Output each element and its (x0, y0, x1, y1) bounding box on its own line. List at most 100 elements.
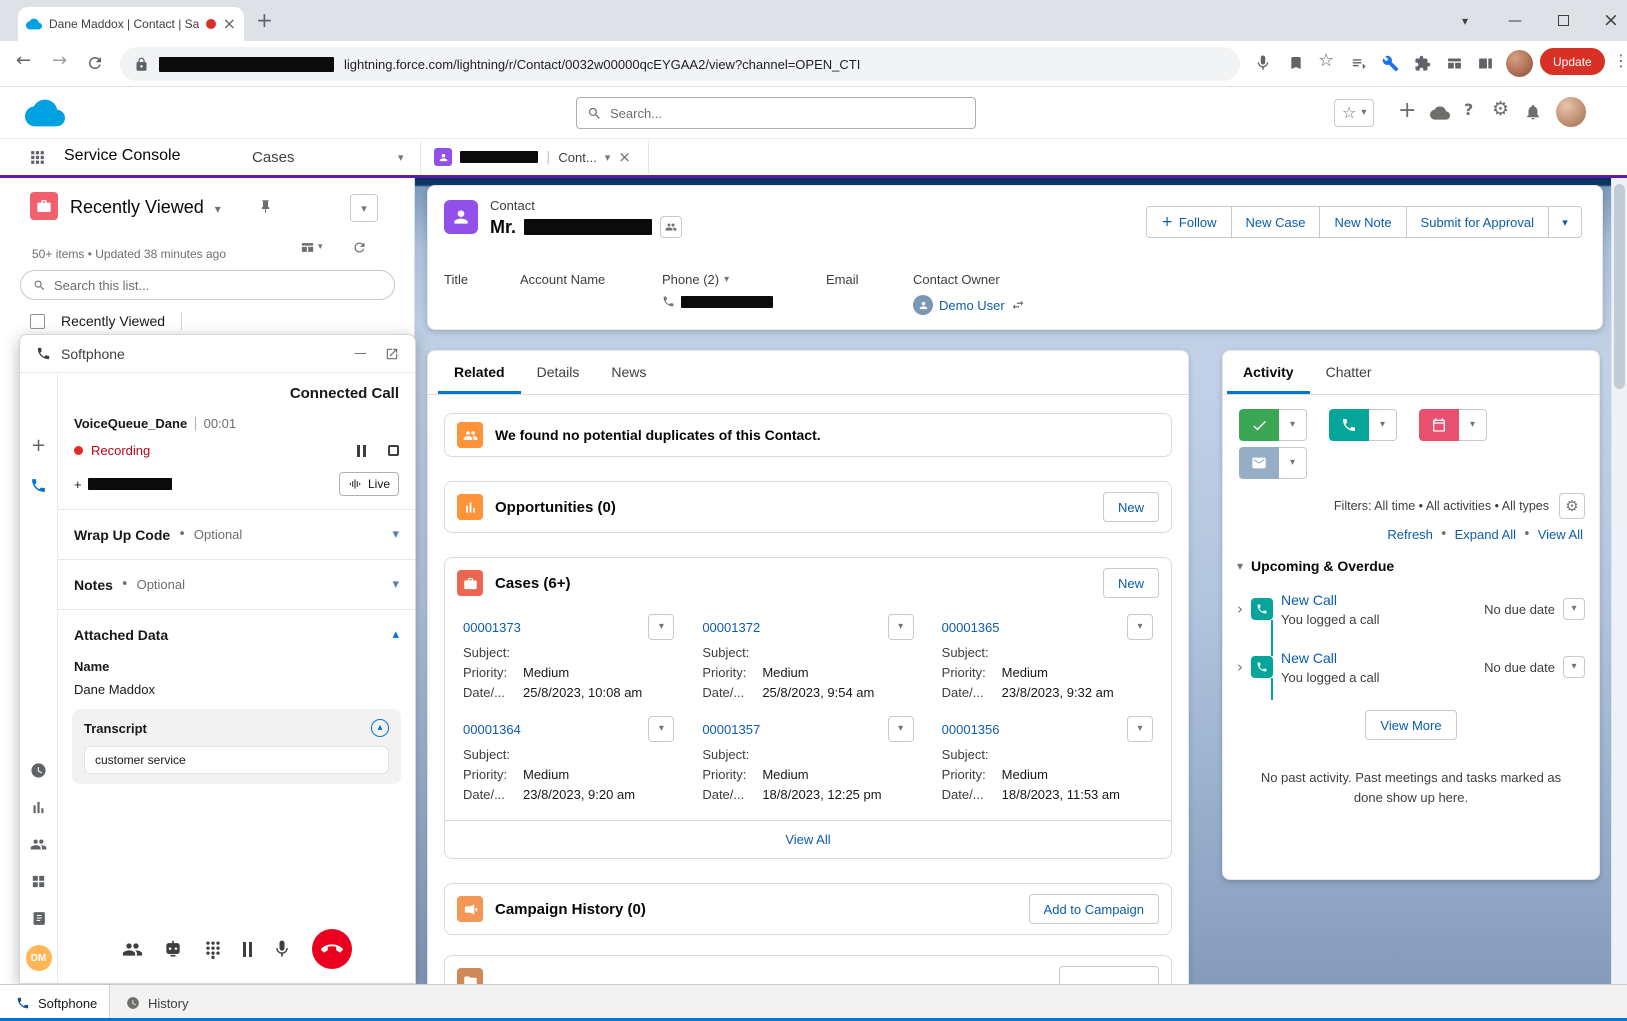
rail-analytics-icon[interactable] (30, 799, 47, 816)
case-row-dropdown[interactable]: ▾ (1127, 614, 1153, 640)
tab-details[interactable]: Details (521, 351, 596, 394)
minimize-softphone-icon[interactable]: — (354, 347, 367, 360)
global-search[interactable] (576, 97, 976, 129)
transcript-line[interactable]: customer service (84, 746, 389, 774)
activity-settings-gear-icon[interactable]: ⚙ (1559, 493, 1585, 519)
window-close-button[interactable]: × (1591, 0, 1627, 41)
case-row-dropdown[interactable]: ▾ (648, 716, 674, 742)
collapse-attached-data-chevron-icon[interactable]: ▴ (392, 628, 399, 641)
chrome-update-button[interactable]: Update (1540, 48, 1605, 75)
utility-softphone-tab[interactable]: Softphone (0, 985, 110, 1021)
activity-item-dropdown[interactable]: ▾ (1563, 656, 1585, 678)
case-number-link[interactable]: 00001373 (463, 620, 521, 635)
case-number-link[interactable]: 00001356 (942, 722, 1000, 737)
case-number-link[interactable]: 00001357 (702, 722, 760, 737)
display-as-table-icon[interactable]: ▾ (300, 240, 323, 255)
log-call-icon[interactable] (1329, 409, 1369, 441)
popout-softphone-icon[interactable] (385, 347, 399, 361)
notifications-bell-icon[interactable] (1524, 103, 1542, 121)
case-row-dropdown[interactable]: ▾ (888, 716, 914, 742)
add-participant-icon[interactable] (122, 939, 143, 960)
collapse-transcript-chevron-icon[interactable]: ▴ (371, 719, 389, 737)
app-launcher-waffle-icon[interactable] (28, 148, 47, 167)
task-dropdown[interactable]: ▾ (1279, 409, 1307, 441)
new-event-icon[interactable] (1419, 409, 1459, 441)
upcoming-overdue-header[interactable]: ▾ Upcoming & Overdue (1223, 558, 1599, 574)
email-icon[interactable] (1239, 447, 1279, 479)
window-maximize-button[interactable] (1543, 0, 1583, 41)
new-tab-button[interactable]: + (256, 10, 273, 30)
attached-data-row[interactable]: Attached Data ▴ (58, 610, 415, 659)
forward-button[interactable]: → (52, 52, 67, 70)
mic-search-icon[interactable] (1254, 54, 1272, 72)
refresh-link[interactable]: Refresh (1387, 527, 1433, 542)
new-opportunity-button[interactable]: New (1103, 492, 1159, 522)
hold-icon[interactable] (243, 942, 252, 957)
cases-view-all-link[interactable]: View All (785, 832, 830, 847)
expand-item-chevron-icon[interactable]: › (1237, 660, 1243, 675)
wrench-extension-icon[interactable] (1382, 55, 1399, 72)
extensions-puzzle-icon[interactable] (1414, 55, 1431, 72)
rail-phone-icon[interactable] (30, 477, 47, 494)
browser-profile-avatar[interactable] (1506, 50, 1533, 77)
select-all-checkbox[interactable] (30, 314, 45, 329)
tab-activity[interactable]: Activity (1227, 351, 1310, 394)
bookmark-star-icon[interactable]: ☆ (1318, 52, 1334, 70)
window-minimize-button[interactable]: — (1495, 0, 1535, 41)
change-owner-icon[interactable] (1011, 298, 1025, 312)
activity-view-all-link[interactable]: View All (1538, 527, 1583, 542)
case-row-dropdown[interactable]: ▾ (1127, 716, 1153, 742)
case-number-link[interactable]: 00001364 (463, 722, 521, 737)
expand-notes-chevron-icon[interactable]: ▾ (392, 578, 399, 591)
owner-link[interactable]: Demo User (939, 298, 1005, 313)
submit-for-approval-button[interactable]: Submit for Approval (1406, 206, 1549, 238)
activity-item-link[interactable]: New Call (1281, 650, 1380, 666)
case-row-dropdown[interactable]: ▾ (648, 614, 674, 640)
tab-news[interactable]: News (595, 351, 662, 394)
activity-item-link[interactable]: New Call (1281, 592, 1380, 608)
phone-chevron-icon[interactable]: ▾ (724, 275, 729, 285)
back-button[interactable]: ← (16, 52, 31, 70)
notes-row[interactable]: Notes • Optional ▾ (58, 560, 415, 609)
new-task-icon[interactable] (1239, 409, 1279, 441)
rail-notes-icon[interactable] (30, 910, 47, 927)
list-view-title[interactable]: Recently Viewed ▾ (70, 197, 221, 218)
workspace-tab-chevron-icon[interactable]: ▾ (605, 152, 611, 163)
cases-title[interactable]: Cases (6+) (495, 575, 570, 592)
setup-gear-icon[interactable]: ⚙ (1492, 100, 1509, 119)
list-search[interactable] (20, 270, 395, 300)
wrap-up-code-row[interactable]: Wrap Up Code • Optional ▾ (58, 510, 415, 559)
mute-mic-icon[interactable] (272, 939, 292, 959)
pin-list-icon[interactable] (258, 199, 273, 214)
tab-search-chevron-icon[interactable]: ▾ (1445, 0, 1485, 41)
scrollbar-thumb[interactable] (1614, 184, 1625, 389)
favorites-button[interactable]: ☆ ▾ (1334, 99, 1374, 127)
bookmark-share-icon[interactable] (1288, 55, 1304, 71)
tab-related[interactable]: Related (438, 351, 521, 394)
tab-chatter[interactable]: Chatter (1310, 351, 1388, 394)
campaign-history-title[interactable]: Campaign History (0) (495, 901, 646, 918)
tab-close-icon[interactable]: × (223, 16, 236, 32)
workspace-tab-contact[interactable]: | Cont... ▾ × (424, 139, 641, 175)
split-view-icon[interactable] (1477, 55, 1494, 72)
new-case-button[interactable]: New (1103, 568, 1159, 598)
utility-history-tab[interactable]: History (110, 985, 204, 1021)
rail-history-icon[interactable] (30, 762, 47, 779)
expand-all-link[interactable]: Expand All (1455, 527, 1516, 542)
global-search-input[interactable] (610, 106, 965, 121)
help-icon[interactable]: ? (1464, 102, 1473, 118)
reload-button[interactable] (86, 54, 104, 72)
new-case-button[interactable]: New Case (1231, 206, 1321, 238)
add-to-campaign-button[interactable]: Add to Campaign (1029, 894, 1159, 924)
rail-contacts-icon[interactable] (30, 836, 47, 853)
call-dropdown[interactable]: ▾ (1369, 409, 1397, 441)
nav-item-chevron-icon[interactable]: ▾ (398, 152, 404, 163)
user-avatar[interactable] (1556, 97, 1586, 127)
more-actions-dropdown[interactable]: ▾ (1548, 206, 1582, 238)
new-note-button[interactable]: New Note (1319, 206, 1406, 238)
list-actions-dropdown[interactable]: ▾ (350, 194, 378, 222)
rail-apps-icon[interactable] (30, 873, 47, 890)
expand-item-chevron-icon[interactable]: › (1237, 602, 1243, 617)
reading-list-extension-icon[interactable] (1350, 55, 1367, 72)
case-number-link[interactable]: 00001365 (942, 620, 1000, 635)
